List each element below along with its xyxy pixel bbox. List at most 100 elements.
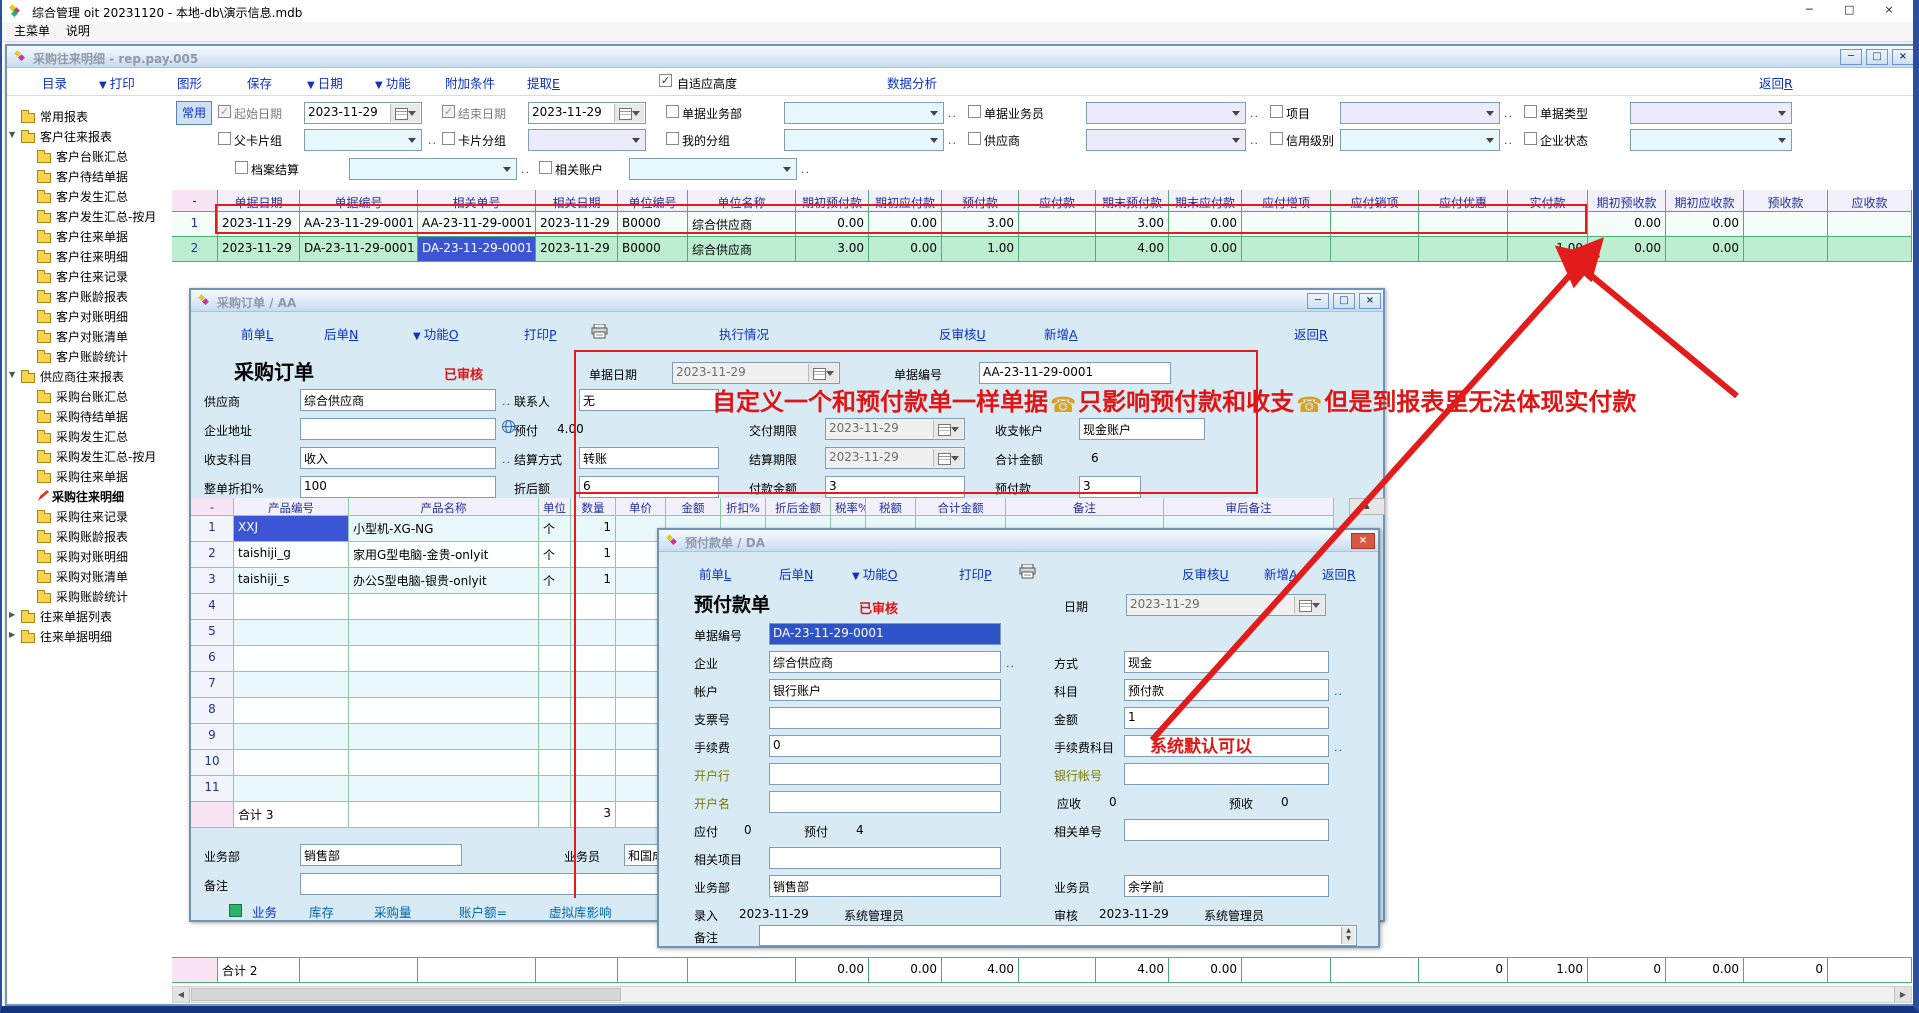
toolbar-1[interactable]: 目录 xyxy=(42,73,67,92)
order-toolbar-4[interactable]: 打印P xyxy=(524,324,557,343)
prepay-toolbar-6[interactable]: 反审核U xyxy=(1182,564,1229,583)
chevron-down-icon[interactable] xyxy=(1482,104,1498,122)
chevron-down-icon[interactable] xyxy=(1228,131,1244,149)
prepay-person-input[interactable]: 余学前 xyxy=(1124,875,1329,897)
product-row2-cell-2[interactable]: 家用G型电脑-金贵-onlyit xyxy=(349,542,539,568)
filter-checkbox-单据类型[interactable] xyxy=(1524,105,1537,118)
order-link-账户额=[interactable]: 账户额= xyxy=(459,902,507,921)
filter-checkbox-相关账户[interactable] xyxy=(539,161,552,174)
table-row2-cell-2[interactable]: DA-23-11-29-0001 xyxy=(300,237,418,262)
table-row2-cell-8[interactable]: 0.00 xyxy=(869,237,942,262)
column-header-应收款[interactable]: 应收款 xyxy=(1828,190,1912,212)
column-header-期初应收款[interactable]: 期初应收款 xyxy=(1666,190,1744,212)
product-row4-cell-3[interactable] xyxy=(539,594,571,620)
chevron-down-icon[interactable] xyxy=(499,160,515,178)
table-row1-cell-20[interactable] xyxy=(1828,212,1912,237)
scroll-right-button[interactable]: ▶ xyxy=(1894,987,1911,1002)
filter-picker-项目[interactable]: .. xyxy=(1504,107,1513,120)
prepay-dept-input[interactable]: 销售部 xyxy=(769,875,1001,897)
product-row3-cell-0[interactable]: 3 xyxy=(191,568,234,594)
product-row6-cell-3[interactable] xyxy=(539,646,571,672)
product-row5-cell-0[interactable]: 5 xyxy=(191,620,234,646)
product-row8-cell-2[interactable] xyxy=(349,698,539,724)
chevron-down-icon[interactable] xyxy=(1228,104,1244,122)
table-row2-cell-10[interactable] xyxy=(1019,237,1096,262)
prepay-subject-input[interactable]: 预付款 xyxy=(1124,679,1329,701)
product-row10-cell-2[interactable] xyxy=(349,750,539,776)
prepay-date-input[interactable]: 2023-11-29 xyxy=(1126,594,1326,616)
filter-picker-相关账户[interactable]: .. xyxy=(801,163,810,176)
product-row6-cell-1[interactable] xyxy=(234,646,349,672)
filter-checkbox-单据业务部[interactable] xyxy=(666,105,679,118)
chevron-down-icon[interactable] xyxy=(1482,131,1498,149)
product-row4-cell-1[interactable] xyxy=(234,594,349,620)
product-row8-cell-4[interactable] xyxy=(571,698,616,724)
calendar-icon[interactable] xyxy=(390,104,420,122)
filter-checkbox-档案结算[interactable] xyxy=(235,161,248,174)
product-row9-cell-4[interactable] xyxy=(571,724,616,750)
order-link-库存[interactable]: 库存 xyxy=(309,902,334,921)
account-input[interactable]: 银行账户 xyxy=(769,679,1001,701)
table-row2-cell-1[interactable]: 2023-11-29 xyxy=(218,237,300,262)
table-row2-cell-11[interactable]: 4.00 xyxy=(1096,237,1169,262)
prepay-toolbar-2[interactable]: 后单N xyxy=(779,564,813,583)
printer-icon[interactable] xyxy=(1019,564,1036,582)
product-row1-cell-2[interactable]: 小型机-XG-NG xyxy=(349,516,539,542)
order-minimize-button[interactable]: ─ xyxy=(1307,293,1329,309)
sidebar-item-客户对账明细[interactable]: 客户对账明细 xyxy=(37,308,128,325)
prepay-note-input[interactable]: ▲▼ xyxy=(759,925,1357,946)
sidebar-item-采购往来明细[interactable]: 采购往来明细 xyxy=(37,488,124,505)
product-row7-cell-1[interactable] xyxy=(234,672,349,698)
sidebar-item-客户待结单据[interactable]: 客户待结单据 xyxy=(37,168,128,185)
sidebar-item-客户对账清单[interactable]: 客户对账清单 xyxy=(37,328,128,345)
product-row5-cell-2[interactable] xyxy=(349,620,539,646)
table-row2-cell-5[interactable]: B0000 xyxy=(618,237,688,262)
table-row2-cell-15[interactable] xyxy=(1419,237,1508,262)
product-column-税额[interactable]: 税额 xyxy=(866,498,916,516)
product-column-税率%[interactable]: 税率% xyxy=(831,498,866,516)
sidebar-item-采购账龄报表[interactable]: 采购账龄报表 xyxy=(37,528,128,545)
sidebar-item-常用报表[interactable]: 常用报表 xyxy=(21,108,88,125)
product-row3-cell-4[interactable]: 1 xyxy=(571,568,616,594)
order-link-采购量[interactable]: 采购量 xyxy=(374,902,412,921)
report-close-button[interactable]: × xyxy=(1892,49,1914,65)
sidebar-item-往来单据列表[interactable]: ▶往来单据列表 xyxy=(21,608,112,625)
calendar-icon[interactable] xyxy=(614,104,644,122)
sidebar-item-采购往来单据[interactable]: 采购往来单据 xyxy=(37,468,128,485)
filter-picker-档案结算[interactable]: .. xyxy=(521,163,530,176)
prepay-toolbar-1[interactable]: 前单L xyxy=(699,564,731,583)
order-toolbar-8[interactable]: 新增A xyxy=(1044,324,1078,343)
table-row2-cell-17[interactable]: 0.00 xyxy=(1588,237,1666,262)
column-header-预收款[interactable]: 预收款 xyxy=(1744,190,1828,212)
table-row1-cell-18[interactable]: 0.00 xyxy=(1666,212,1744,237)
sidebar-item-采购发生汇总-按月[interactable]: 采购发生汇总-按月 xyxy=(37,448,156,465)
product-column-折后金额[interactable]: 折后金额 xyxy=(766,498,831,516)
toolbar-3[interactable]: 图形 xyxy=(177,73,202,92)
product-column-合计金额[interactable]: 合计金额 xyxy=(916,498,1006,516)
toolbar-6[interactable]: ▼功能 xyxy=(375,73,411,92)
product-column-产品名称[interactable]: 产品名称 xyxy=(349,498,539,516)
sidebar-item-采购待结单据[interactable]: 采购待结单据 xyxy=(37,408,128,425)
scrollbar-thumb[interactable] xyxy=(191,988,621,1001)
common-filter-button[interactable]: 常用 xyxy=(176,101,212,125)
filter-checkbox-结束日期[interactable]: ✓ xyxy=(442,105,455,118)
order-note-input[interactable] xyxy=(300,873,658,895)
app-minimize-button[interactable]: ─ xyxy=(1791,3,1827,16)
filter-picker-我的分组[interactable]: .. xyxy=(948,134,957,147)
prepay-toolbar-3[interactable]: ▼功能O xyxy=(852,564,898,583)
order-toolbar-7[interactable]: 反审核U xyxy=(939,324,986,343)
product-row4-cell-2[interactable] xyxy=(349,594,539,620)
fee-input[interactable]: 0 xyxy=(769,735,1001,757)
filter-checkbox-父卡片组[interactable] xyxy=(218,132,231,145)
subject-picker[interactable]: .. xyxy=(502,453,511,466)
table-row2-cell-9[interactable]: 1.00 xyxy=(942,237,1019,262)
product-row10-cell-1[interactable] xyxy=(234,750,349,776)
product-row10-cell-0[interactable]: 10 xyxy=(191,750,234,776)
report-back-link[interactable]: 返回R xyxy=(1759,73,1793,92)
table-row1-cell-0[interactable]: 1 xyxy=(172,212,218,237)
product-row6-cell-4[interactable] xyxy=(571,646,616,672)
bank-no-input[interactable] xyxy=(1124,763,1329,785)
product-column-折扣%[interactable]: 折扣% xyxy=(721,498,766,516)
sidebar-item-采购往来记录[interactable]: 采购往来记录 xyxy=(37,508,128,525)
filter-select-相关账户[interactable] xyxy=(629,158,797,180)
